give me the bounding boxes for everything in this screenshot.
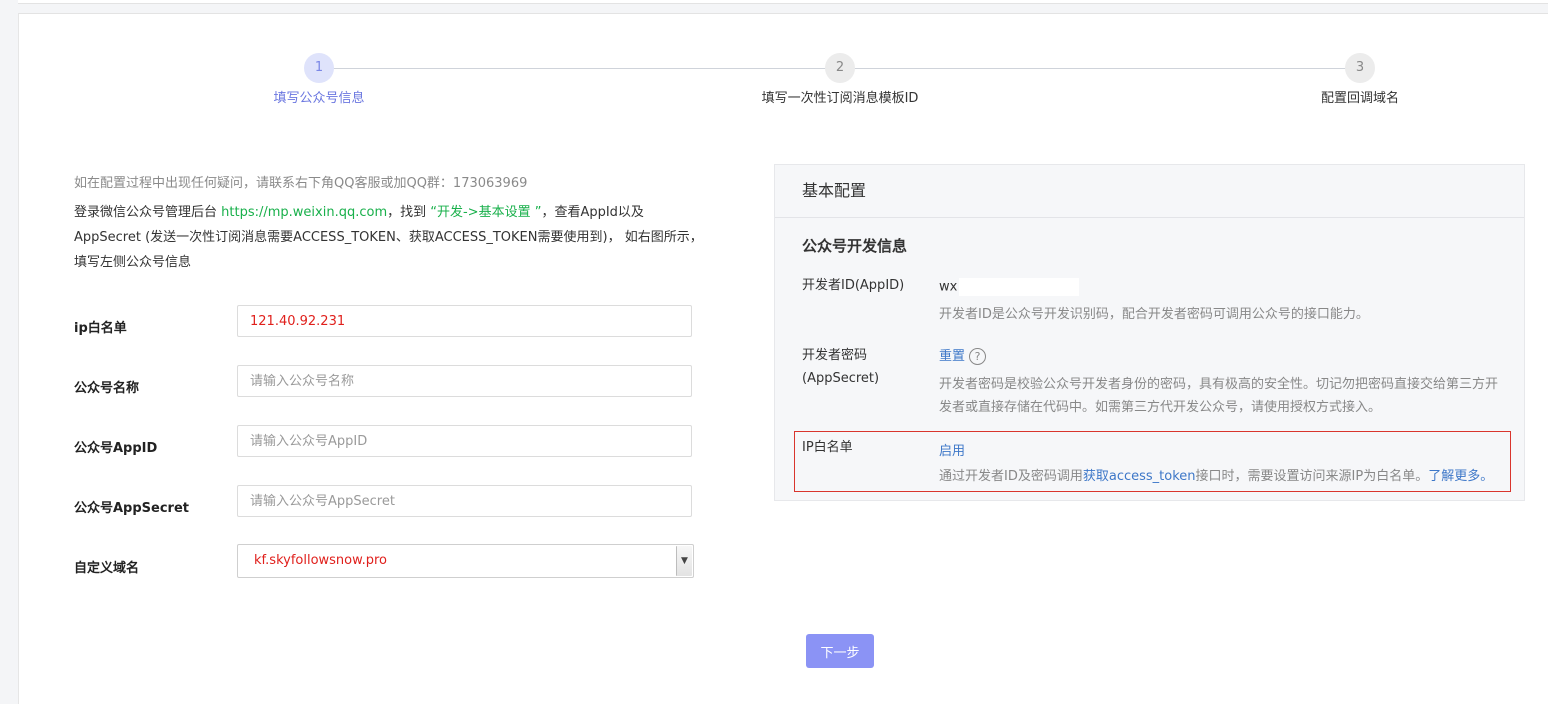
- domain-select-value: kf.skyfollowsnow.pro: [254, 553, 387, 568]
- account-name-label: 公众号名称: [74, 381, 140, 396]
- step-2-label: 填写一次性订阅消息模板ID: [761, 91, 919, 106]
- panel-title: 基本配置: [775, 165, 1524, 218]
- help-text: 如在配置过程中出现任何疑问，请联系右下角QQ客服或加QQ群：173063969: [74, 176, 528, 191]
- question-icon[interactable]: ?: [969, 348, 987, 365]
- domain-label: 自定义域名: [74, 561, 140, 576]
- reset-link[interactable]: 重置: [939, 349, 965, 364]
- step-2-circle: 2: [825, 53, 855, 83]
- appid-prefix: wx: [939, 279, 958, 295]
- instructions-prefix: 登录微信公众号管理后台: [74, 205, 222, 220]
- instructions-middle: ，找到: [387, 205, 431, 220]
- ip-whitelist-input[interactable]: [237, 305, 692, 337]
- appid-label: 公众号AppID: [74, 441, 158, 456]
- enable-link[interactable]: 启用: [939, 440, 965, 459]
- secret-label-line2: (AppSecret): [802, 371, 880, 386]
- top-bar: [18, 0, 1548, 4]
- secret-field-label: 开发者密码 (AppSecret): [802, 344, 879, 390]
- basic-config-panel: 基本配置 公众号开发信息 开发者ID(AppID) wx 开发者ID是公众号开发…: [774, 164, 1525, 501]
- ip-whitelist-label: ip白名单: [74, 321, 127, 336]
- step-1-label: 填写公众号信息: [273, 91, 365, 106]
- main-card: 1 填写公众号信息 2 填写一次性订阅消息模板ID 3 配置回调域名 如在配置过…: [18, 13, 1548, 704]
- appid-mask: [959, 278, 1080, 296]
- appsecret-label: 公众号AppSecret: [74, 501, 190, 516]
- appid-input[interactable]: [237, 425, 692, 457]
- account-name-input[interactable]: [237, 365, 692, 397]
- ip-desc-suffix: 接口时，需要设置访问来源IP为白名单。: [1195, 469, 1429, 484]
- mp-weixin-link[interactable]: https://mp.weixin.qq.com: [221, 205, 387, 220]
- appsecret-input[interactable]: [237, 485, 692, 517]
- learn-more-link[interactable]: 了解更多。: [1428, 469, 1493, 484]
- access-token-link[interactable]: 获取access_token: [1083, 469, 1196, 484]
- appid-field-label: 开发者ID(AppID): [802, 278, 905, 293]
- next-step-button[interactable]: 下一步: [806, 634, 874, 668]
- chevron-down-icon[interactable]: ▼: [676, 546, 692, 576]
- secret-desc: 开发者密码是校验公众号开发者身份的密码，具有极高的安全性。切记勿把密码直接交给第…: [939, 377, 1499, 415]
- step-1-circle: 1: [304, 53, 334, 83]
- settings-path: “开发->基本设置 ”: [430, 205, 542, 220]
- appid-desc: 开发者ID是公众号开发识别码，配合开发者密码可调用公众号的接口能力。: [939, 307, 1369, 322]
- step-3-label: 配置回调域名: [1320, 91, 1400, 106]
- secret-label-line1: 开发者密码: [802, 348, 868, 363]
- step-3-circle: 3: [1345, 53, 1375, 83]
- ip-field-label: IP白名单: [802, 440, 853, 455]
- ip-desc-prefix: 通过开发者ID及密码调用: [939, 469, 1083, 484]
- domain-select[interactable]: kf.skyfollowsnow.pro ▼: [237, 544, 694, 578]
- appid-value: wx: [939, 278, 1080, 296]
- ip-desc: 通过开发者ID及密码调用获取access_token接口时，需要设置访问来源IP…: [939, 465, 1493, 488]
- secret-actions: 重置?: [939, 345, 987, 365]
- panel-subtitle: 公众号开发信息: [802, 237, 908, 255]
- instructions: 登录微信公众号管理后台 https://mp.weixin.qq.com，找到 …: [74, 200, 704, 275]
